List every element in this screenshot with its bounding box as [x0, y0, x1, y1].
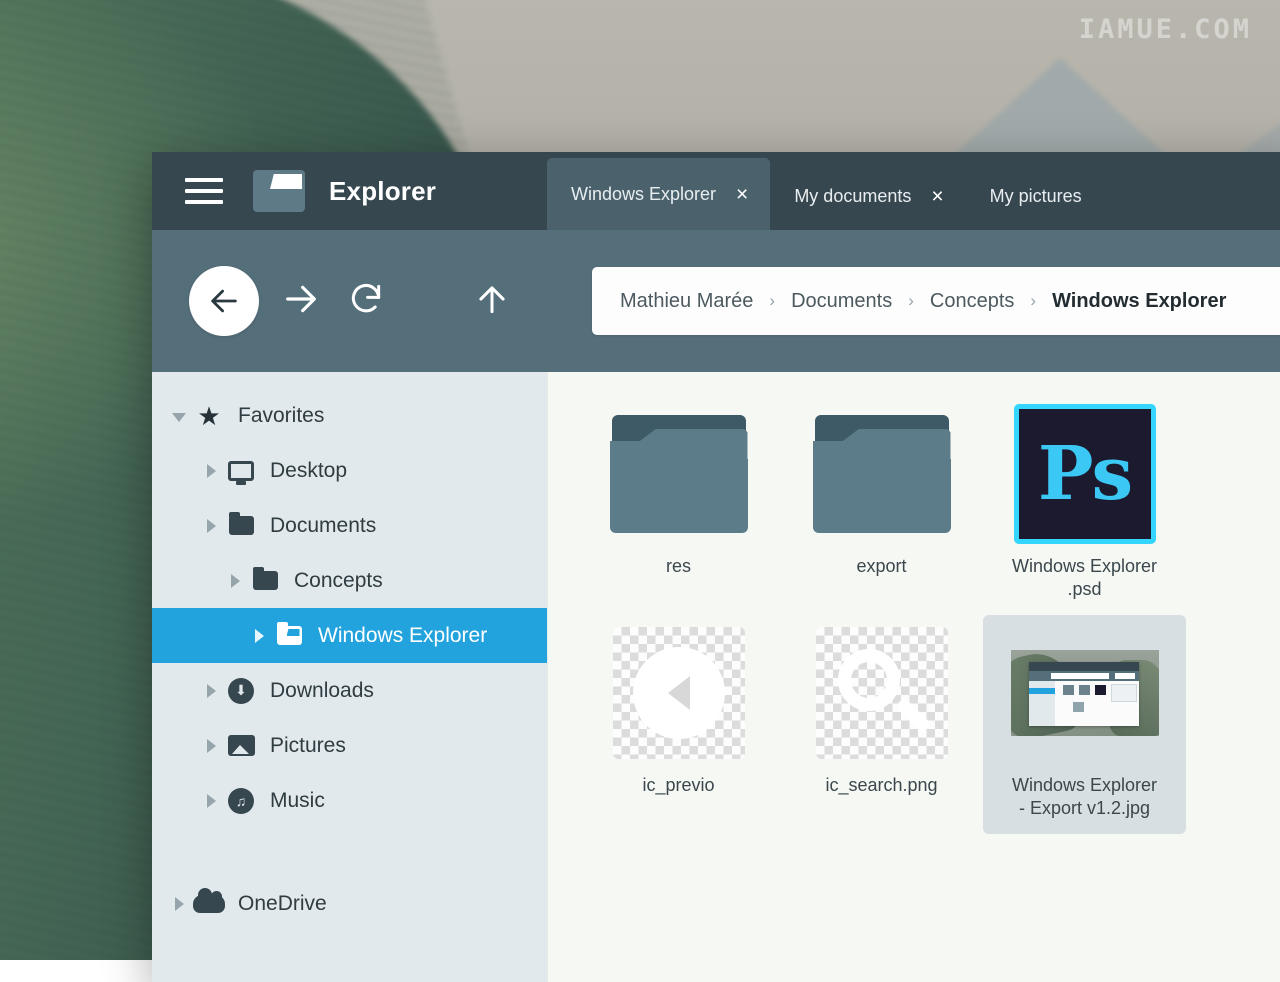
hamburger-icon[interactable]: [185, 178, 223, 204]
twisty-down-icon[interactable]: [166, 410, 192, 422]
sidebar-item-onedrive[interactable]: OneDrive: [152, 876, 547, 931]
download-icon: ⬇: [224, 678, 258, 704]
app-title: Explorer: [329, 176, 436, 207]
chevron-right-icon: ›: [769, 291, 775, 311]
chevron-right-icon: ›: [1030, 291, 1036, 311]
refresh-button[interactable]: [347, 280, 385, 323]
tab-strip: Windows Explorer × My documents × My pic…: [547, 152, 1280, 230]
music-icon: ♫: [224, 788, 258, 814]
arrow-right-icon: [281, 279, 321, 319]
sidebar-item-label: Pictures: [270, 734, 346, 758]
cloud-icon: [192, 895, 226, 913]
twisty-right-icon[interactable]: [222, 574, 248, 588]
sidebar-item-label: Documents: [270, 514, 376, 538]
image-thumbnail: [1011, 625, 1159, 760]
twisty-right-icon[interactable]: [198, 794, 224, 808]
file-item-res[interactable]: res: [577, 396, 780, 615]
navigation-toolbar: Mathieu Marée › Documents › Concepts › W…: [152, 230, 1280, 372]
folder-icon: [224, 516, 258, 535]
breadcrumb-item-user[interactable]: Mathieu Marée: [620, 290, 753, 313]
breadcrumb-item-concepts[interactable]: Concepts: [930, 290, 1015, 313]
tab-label: My pictures: [990, 186, 1082, 207]
file-name: Windows Explorer.psd: [1012, 555, 1157, 601]
folder-icon: [610, 406, 748, 541]
tab-label: My documents: [794, 186, 911, 207]
back-button[interactable]: [189, 266, 259, 336]
sidebar-tree: ★ Favorites Desktop Documents Concepts: [152, 372, 547, 982]
brand-area: Explorer: [152, 152, 547, 230]
close-icon[interactable]: ×: [931, 186, 943, 207]
twisty-right-icon[interactable]: [166, 897, 192, 911]
explorer-window: Explorer Windows Explorer × My documents…: [152, 152, 1280, 982]
watermark: IAMUE.COM: [1079, 14, 1252, 45]
tab-my-documents[interactable]: My documents ×: [770, 162, 965, 230]
up-button[interactable]: [473, 280, 511, 323]
sidebar-item-windows-explorer[interactable]: Windows Explorer: [152, 608, 547, 663]
panel-edge: [547, 372, 548, 982]
nav-buttons: [152, 266, 547, 336]
sidebar-item-label: OneDrive: [238, 892, 327, 916]
file-name: ic_search.png: [825, 774, 937, 797]
sidebar-item-concepts[interactable]: Concepts: [152, 553, 547, 608]
breadcrumb-item-documents[interactable]: Documents: [791, 290, 892, 313]
file-item-export[interactable]: export: [780, 396, 983, 615]
sidebar-item-label: Desktop: [270, 459, 347, 483]
sidebar-item-music[interactable]: ♫ Music: [152, 773, 547, 828]
photoshop-icon: Ps: [1014, 406, 1156, 541]
sidebar-item-desktop[interactable]: Desktop: [152, 443, 547, 498]
sidebar-item-label: Downloads: [270, 679, 374, 703]
twisty-right-icon[interactable]: [198, 464, 224, 478]
twisty-right-icon[interactable]: [198, 684, 224, 698]
title-bar: Explorer Windows Explorer × My documents…: [152, 152, 1280, 230]
star-icon: ★: [192, 403, 226, 429]
monitor-icon: [224, 461, 258, 481]
arrow-left-icon: [207, 284, 241, 318]
twisty-right-icon[interactable]: [198, 739, 224, 753]
sidebar-item-pictures[interactable]: Pictures: [152, 718, 547, 773]
arrow-up-icon: [473, 280, 511, 318]
twisty-right-icon[interactable]: [198, 519, 224, 533]
file-item-ic-preview-png[interactable]: ic_previo: [577, 615, 780, 834]
file-grid: res export: [577, 396, 1280, 834]
sidebar-item-label: Favorites: [238, 404, 324, 428]
folder-logo-icon: [253, 170, 305, 212]
folder-icon: [248, 571, 282, 590]
breadcrumb[interactable]: Mathieu Marée › Documents › Concepts › W…: [592, 267, 1280, 335]
breadcrumb-item-current[interactable]: Windows Explorer: [1052, 290, 1226, 313]
file-name: export: [856, 555, 906, 578]
file-name: res: [666, 555, 691, 578]
tab-windows-explorer[interactable]: Windows Explorer ×: [547, 158, 770, 230]
sidebar-item-downloads[interactable]: ⬇ Downloads: [152, 663, 547, 718]
file-grid-panel: res export: [547, 372, 1280, 982]
chevron-right-icon: ›: [908, 291, 914, 311]
sidebar-item-label: Windows Explorer: [318, 624, 487, 648]
sidebar-item-label: Music: [270, 789, 325, 813]
sidebar-item-documents[interactable]: Documents: [152, 498, 547, 553]
tab-my-pictures[interactable]: My pictures: [966, 162, 1104, 230]
file-name: Windows Explorer- Export v1.2.jpg: [1012, 774, 1157, 820]
sidebar-item-label: Concepts: [294, 569, 383, 593]
refresh-icon: [347, 280, 385, 318]
sidebar-spacer: [152, 828, 547, 876]
search-png-icon: [816, 625, 948, 760]
file-item-ic-search-png[interactable]: ic_search.png: [780, 615, 983, 834]
file-name: ic_previo: [642, 774, 714, 797]
twisty-right-icon[interactable]: [246, 629, 272, 643]
window-body: ★ Favorites Desktop Documents Concepts: [152, 372, 1280, 982]
forward-button[interactable]: [281, 279, 321, 324]
file-item-windows-explorer-export-jpg[interactable]: Windows Explorer- Export v1.2.jpg: [983, 615, 1186, 834]
folder-icon: [272, 626, 306, 645]
transparency-checker-icon: [613, 625, 745, 760]
close-icon[interactable]: ×: [736, 184, 748, 205]
folder-icon: [813, 406, 951, 541]
tab-label: Windows Explorer: [571, 184, 716, 205]
file-item-windows-explorer-psd[interactable]: Ps Windows Explorer.psd: [983, 396, 1186, 615]
sidebar-item-favorites[interactable]: ★ Favorites: [152, 388, 547, 443]
picture-icon: [224, 735, 258, 756]
